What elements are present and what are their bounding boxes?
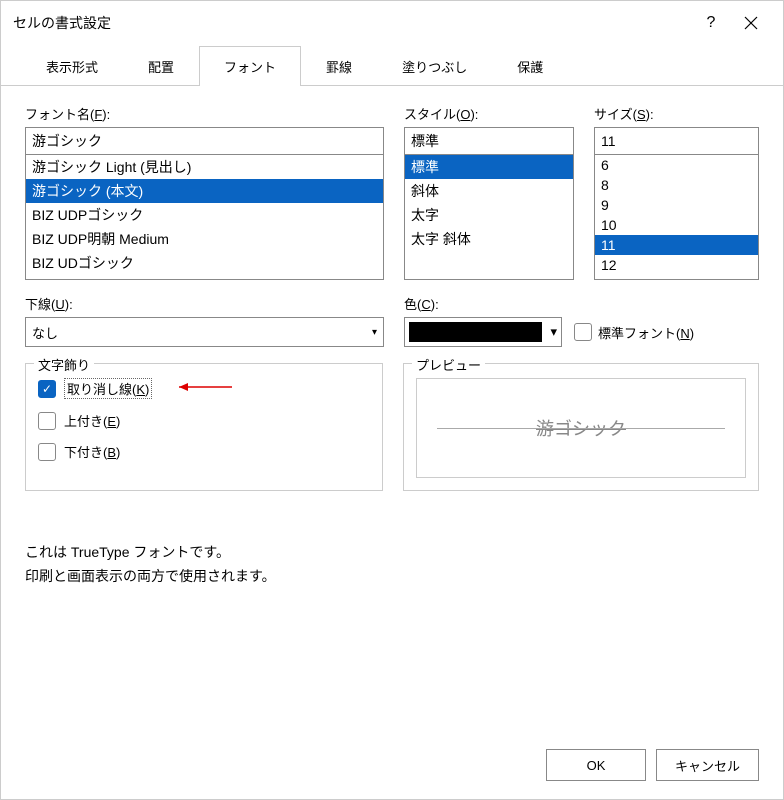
list-item[interactable]: 太字 斜体 (405, 227, 573, 251)
format-cells-dialog: セルの書式設定 ? 表示形式配置フォント罫線塗りつぶし保護 フォント名(F): … (0, 0, 784, 800)
list-item[interactable]: 11 (595, 235, 758, 255)
style-label: スタイル(O): (404, 104, 574, 123)
normal-font-label: 標準フォント(N) (598, 323, 694, 342)
list-item[interactable]: 12 (595, 255, 758, 275)
chevron-down-icon: ▾ (550, 324, 557, 340)
color-swatch (409, 322, 542, 342)
tab-0[interactable]: 表示形式 (21, 46, 123, 86)
tab-content-font: フォント名(F): 游ゴシック Light (見出し)游ゴシック (本文)BIZ… (1, 86, 783, 799)
list-item[interactable]: BIZ UDPゴシック (26, 203, 383, 227)
checkbox-icon (38, 443, 56, 461)
underline-value: なし (32, 323, 58, 342)
font-name-list[interactable]: 游ゴシック Light (見出し)游ゴシック (本文)BIZ UDPゴシックBI… (25, 154, 384, 280)
tab-5[interactable]: 保護 (492, 46, 568, 86)
list-item[interactable]: 太字 (405, 203, 573, 227)
underline-label: 下線(U): (25, 294, 384, 313)
footer-text: これは TrueType フォントです。 印刷と画面表示の両方で使用されます。 (25, 541, 759, 589)
titlebar: セルの書式設定 ? (1, 1, 783, 45)
decoration-checkbox-1[interactable]: 上付き(E) (38, 411, 370, 430)
tab-3[interactable]: 罫線 (301, 46, 377, 86)
ok-button[interactable]: OK (546, 749, 646, 781)
underline-select[interactable]: なし ▾ (25, 317, 384, 347)
normal-font-checkbox[interactable]: 標準フォント(N) (574, 323, 694, 342)
size-list[interactable]: 689101112 (594, 154, 759, 280)
checkbox-icon (574, 323, 592, 341)
close-button[interactable] (731, 7, 771, 39)
color-select[interactable]: ▾ (404, 317, 562, 347)
style-input[interactable] (404, 127, 574, 155)
decoration-label: 下付き(B) (64, 442, 120, 461)
chevron-down-icon: ▾ (372, 327, 377, 338)
tab-2[interactable]: フォント (199, 46, 301, 86)
decoration-checkbox-0[interactable]: ✓ 取り消し線(K) (38, 378, 370, 399)
list-item[interactable]: BIZ UDゴシック (26, 251, 383, 275)
size-label: サイズ(S): (594, 104, 759, 123)
style-list[interactable]: 標準斜体太字太字 斜体 (404, 154, 574, 280)
decoration-checkbox-2[interactable]: 下付き(B) (38, 442, 370, 461)
checkbox-icon: ✓ (38, 380, 56, 398)
font-name-label: フォント名(F): (25, 104, 384, 123)
color-label: 色(C): (404, 294, 759, 313)
list-item[interactable]: 游ゴシック Light (見出し) (26, 155, 383, 179)
list-item[interactable]: 6 (595, 155, 758, 175)
preview-box: 游ゴシック (416, 378, 746, 478)
list-item[interactable]: BIZ UD明朝 Medium (26, 275, 383, 280)
decorations-legend: 文字飾り (34, 355, 94, 374)
close-icon (744, 16, 758, 30)
dialog-buttons: OK キャンセル (546, 749, 759, 781)
list-item[interactable]: 游ゴシック (本文) (26, 179, 383, 203)
decoration-label: 上付き(E) (64, 411, 120, 430)
list-item[interactable]: 9 (595, 195, 758, 215)
preview-legend: プレビュー (412, 355, 485, 374)
text-decorations-group: 文字飾り ✓取り消し線(K)上付き(E)下付き(B) (25, 363, 383, 491)
list-item[interactable]: 10 (595, 215, 758, 235)
size-input[interactable] (594, 127, 759, 155)
decoration-label: 取り消し線(K) (64, 378, 152, 399)
font-name-input[interactable] (25, 127, 384, 155)
list-item[interactable]: BIZ UDP明朝 Medium (26, 227, 383, 251)
checkbox-icon (38, 412, 56, 430)
preview-group: プレビュー 游ゴシック (403, 363, 759, 491)
arrow-annotation-icon (174, 381, 234, 396)
tabs: 表示形式配置フォント罫線塗りつぶし保護 (1, 45, 783, 86)
tab-4[interactable]: 塗りつぶし (377, 46, 492, 86)
list-item[interactable]: 斜体 (405, 179, 573, 203)
dialog-title: セルの書式設定 (13, 13, 691, 33)
cancel-button[interactable]: キャンセル (656, 749, 759, 781)
help-button[interactable]: ? (691, 7, 731, 39)
tab-1[interactable]: 配置 (123, 46, 199, 86)
list-item[interactable]: 8 (595, 175, 758, 195)
list-item[interactable]: 標準 (405, 155, 573, 179)
